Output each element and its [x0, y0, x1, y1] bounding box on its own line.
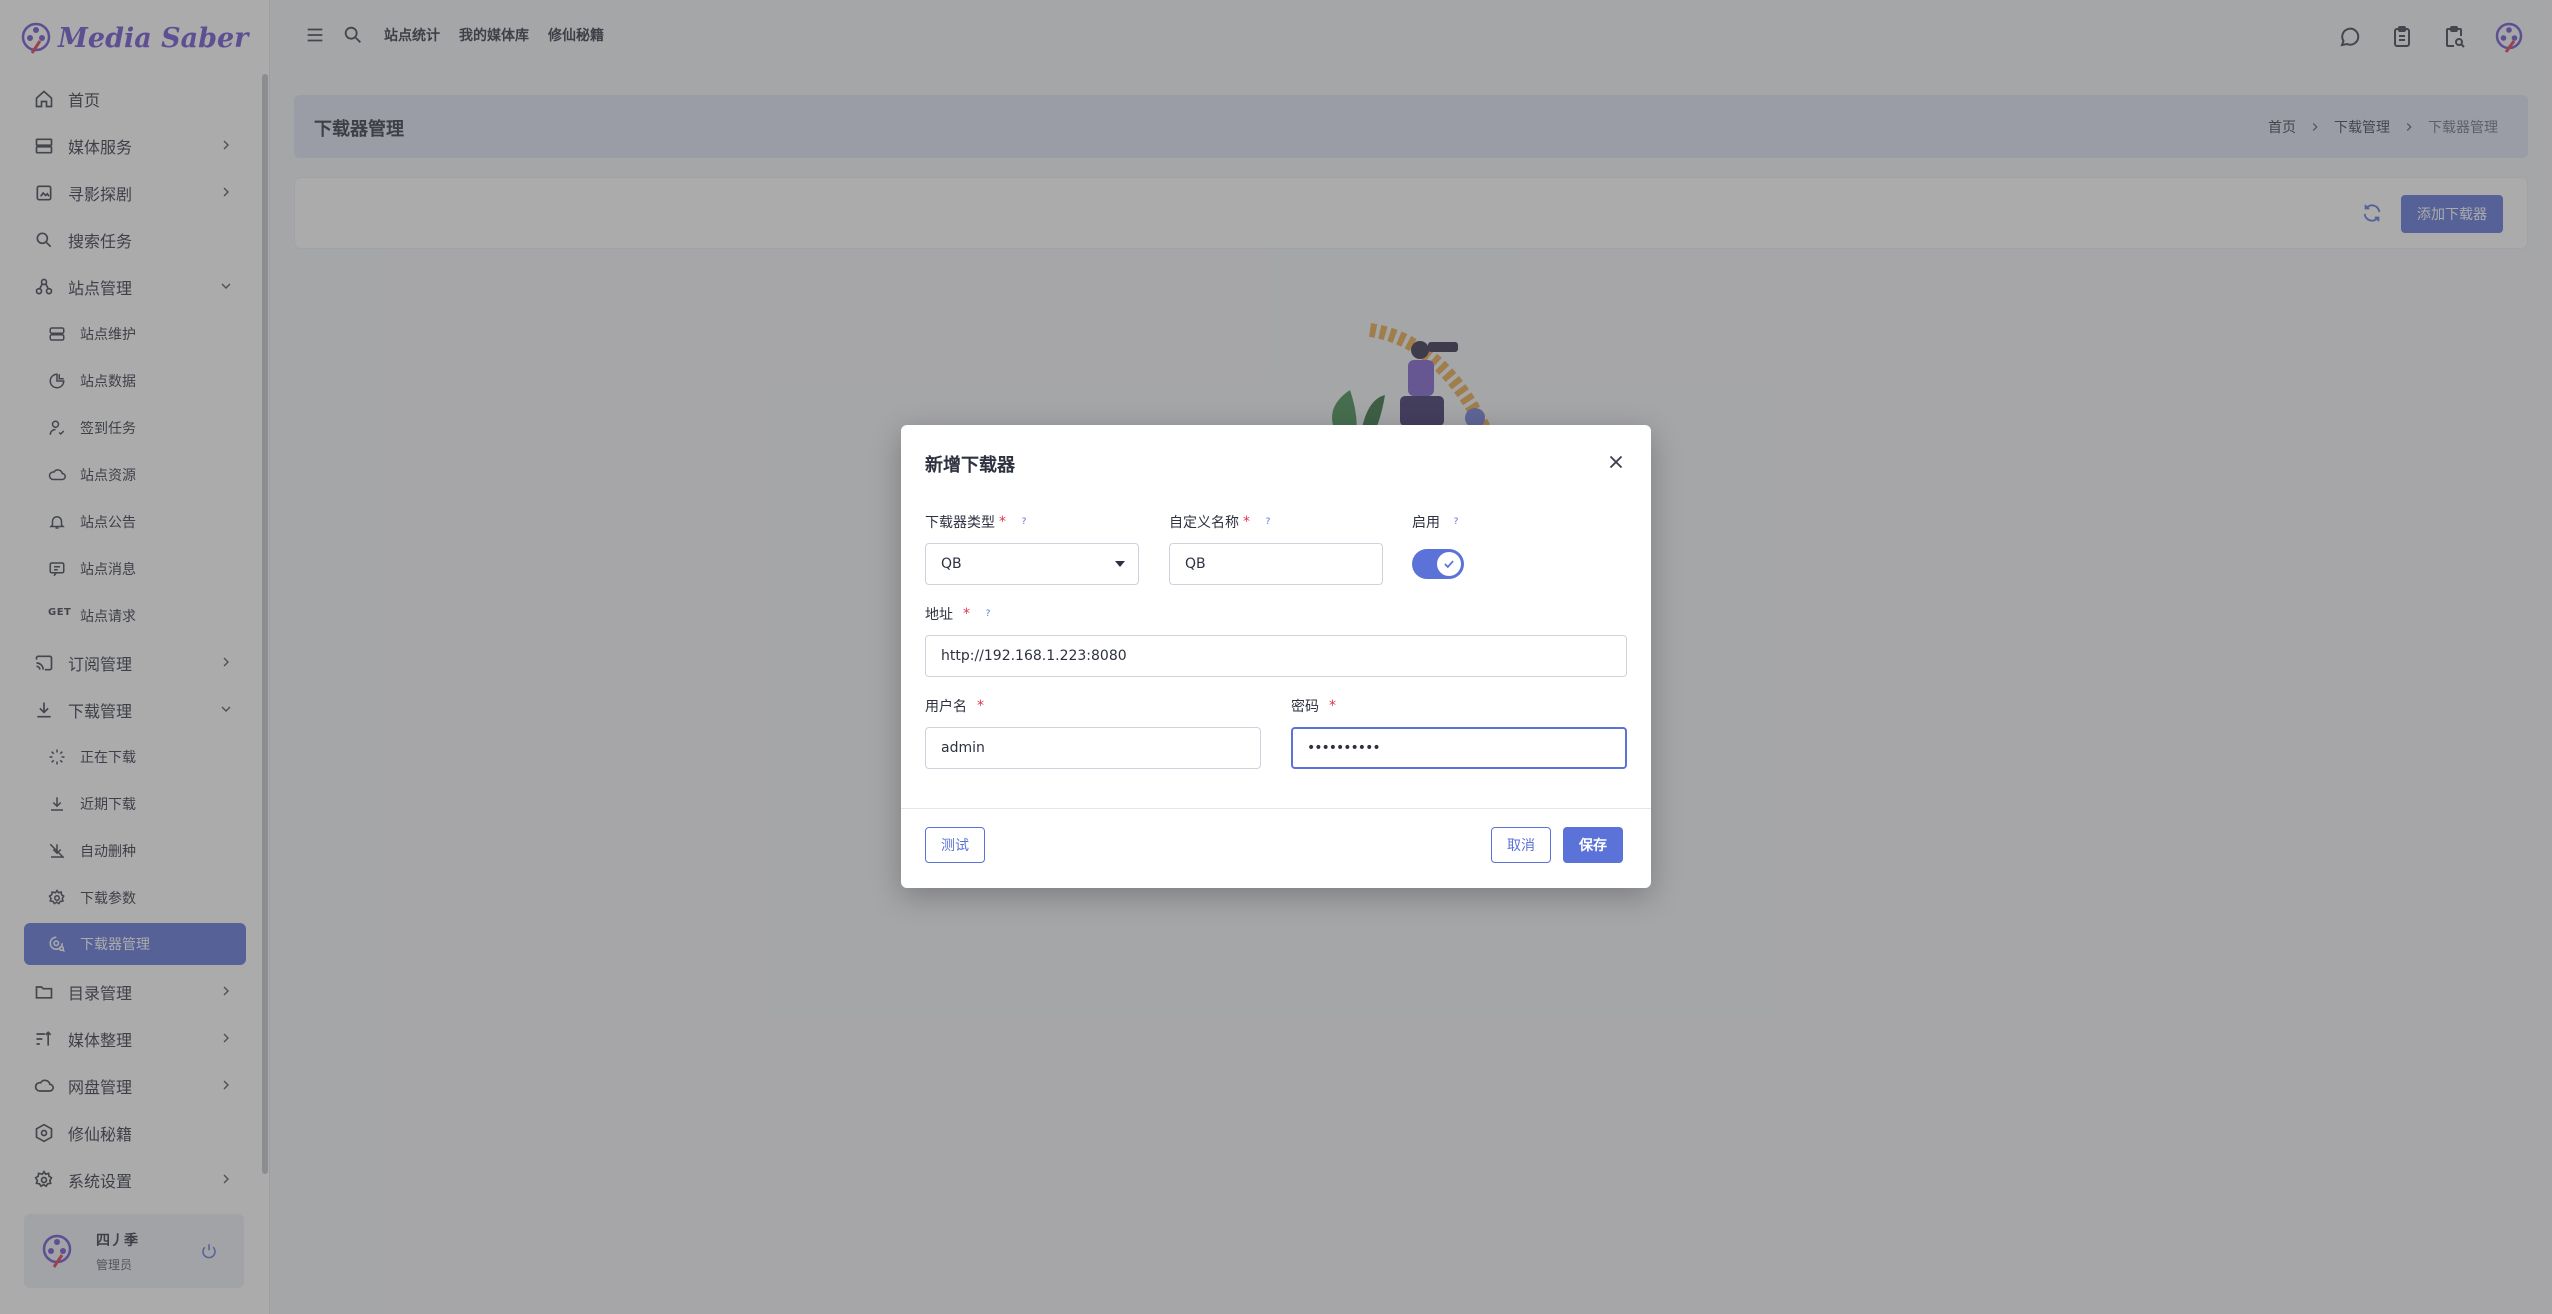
- cancel-button[interactable]: 取消: [1491, 827, 1551, 863]
- downloader-type-label: 下载器类型 * ?: [925, 512, 1030, 532]
- enabled-toggle[interactable]: [1412, 549, 1464, 579]
- custom-name-label: 自定义名称 * ?: [1169, 512, 1274, 532]
- dialog-title: 新增下载器: [925, 455, 1015, 476]
- required-mark: *: [1329, 698, 1336, 714]
- address-value: http://192.168.1.223:8080: [941, 648, 1127, 664]
- password-value: ••••••••••: [1307, 740, 1381, 756]
- password-input[interactable]: ••••••••••: [1291, 727, 1627, 769]
- test-button[interactable]: 测试: [925, 827, 985, 863]
- toggle-knob: [1437, 552, 1461, 576]
- username-input[interactable]: admin: [925, 727, 1261, 769]
- caret-down-icon: [1115, 561, 1125, 567]
- custom-name-label-text: 自定义名称: [1169, 515, 1239, 531]
- enabled-label-text: 启用: [1412, 515, 1440, 531]
- custom-name-input[interactable]: QB: [1169, 543, 1383, 585]
- address-label: 地址 * ?: [925, 604, 994, 624]
- add-downloader-dialog: 新增下载器 下载器类型 * ? QB 自定义名称 * ? QB 启用 ? 地址 …: [901, 425, 1651, 888]
- downloader-type-label-text: 下载器类型: [925, 515, 995, 531]
- password-label-text: 密码: [1291, 699, 1319, 715]
- required-mark: *: [963, 606, 970, 622]
- address-label-text: 地址: [925, 607, 953, 623]
- help-icon[interactable]: ?: [1450, 516, 1462, 528]
- downloader-type-select[interactable]: QB: [925, 543, 1139, 585]
- downloader-type-value: QB: [941, 556, 962, 572]
- save-button[interactable]: 保存: [1563, 827, 1623, 863]
- password-label: 密码 *: [1291, 696, 1342, 716]
- help-icon[interactable]: ?: [1262, 516, 1274, 528]
- dialog-divider: [901, 808, 1651, 809]
- help-icon[interactable]: ?: [1018, 516, 1030, 528]
- check-icon: [1444, 560, 1454, 569]
- required-mark: *: [1243, 514, 1250, 530]
- help-icon[interactable]: ?: [982, 608, 994, 620]
- close-icon[interactable]: [1605, 451, 1627, 473]
- username-value: admin: [941, 740, 985, 756]
- address-input[interactable]: http://192.168.1.223:8080: [925, 635, 1627, 677]
- enabled-label: 启用 ?: [1412, 512, 1462, 532]
- username-label: 用户名 *: [925, 696, 990, 716]
- required-mark: *: [977, 698, 984, 714]
- custom-name-value: QB: [1185, 556, 1206, 572]
- required-mark: *: [999, 514, 1006, 530]
- username-label-text: 用户名: [925, 699, 967, 715]
